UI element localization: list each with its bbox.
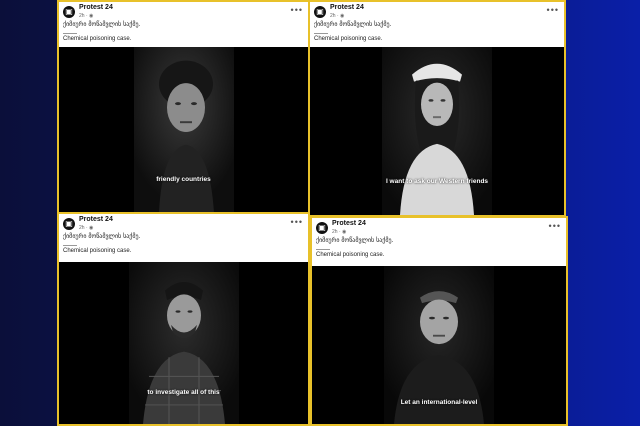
facebook-post-4: ▣ Protest 24 2h · ◉ ••• ქიმიური მოწამვლი… <box>310 216 568 426</box>
post-header: ▣ Protest 24 2h · ◉ ••• <box>310 2 564 20</box>
portrait-image <box>133 47 234 213</box>
page-avatar[interactable]: ▣ <box>63 218 75 230</box>
post-time[interactable]: 2h · ◉ <box>79 13 93 19</box>
post-text-english: Chemical poisoning case. <box>63 248 132 254</box>
post-time[interactable]: 2h · ◉ <box>330 13 344 19</box>
facebook-post-1: ▣ Protest 24 2h · ◉ ••• ქიმიური მოწამვლი… <box>57 0 310 215</box>
video-frame[interactable]: to investigate all of this <box>59 262 308 424</box>
video-caption: Let an international-level <box>400 399 478 406</box>
post-text-english: Chemical poisoning case. <box>63 36 132 42</box>
page-avatar[interactable]: ▣ <box>314 6 326 18</box>
screenshot-collage: ▣ Protest 24 2h · ◉ ••• ქიმიური მოწამვლი… <box>0 0 640 426</box>
post-header: ▣ Protest 24 2h · ◉ ••• <box>59 2 308 20</box>
post-text-georgian: ქიმიური მოწამვლის საქმე. <box>314 21 392 28</box>
video-frame[interactable]: Let an international-level <box>312 266 566 424</box>
more-options-icon[interactable]: ••• <box>549 221 561 231</box>
video-frame[interactable]: I want to ask our Western friends <box>310 47 564 215</box>
post-header: ▣ Protest 24 2h · ◉ ••• <box>312 218 566 236</box>
post-text-georgian: ქიმიური მოწამვლის საქმე. <box>63 233 141 240</box>
post-text-georgian: ქიმიური მოწამვლის საქმე. <box>63 21 141 28</box>
page-name[interactable]: Protest 24 <box>79 4 113 11</box>
portrait-image <box>128 262 239 424</box>
video-caption: friendly countries <box>156 176 211 183</box>
video-caption: to investigate all of this <box>147 389 220 396</box>
video-caption: I want to ask our Western friends <box>385 178 489 185</box>
divider <box>314 33 328 34</box>
more-options-icon[interactable]: ••• <box>291 5 303 15</box>
page-name[interactable]: Protest 24 <box>332 220 366 227</box>
facebook-post-3: ▣ Protest 24 2h · ◉ ••• ქიმიური მოწამვლი… <box>57 212 310 426</box>
post-time[interactable]: 2h · ◉ <box>79 225 93 231</box>
post-text-english: Chemical poisoning case. <box>316 252 385 258</box>
divider <box>63 33 77 34</box>
more-options-icon[interactable]: ••• <box>547 5 559 15</box>
post-time[interactable]: 2h · ◉ <box>332 229 346 235</box>
video-frame[interactable]: friendly countries <box>59 47 308 213</box>
facebook-post-2: ▣ Protest 24 2h · ◉ ••• ქიმიური მოწამვლი… <box>308 0 566 217</box>
post-text-english: Chemical poisoning case. <box>314 36 383 42</box>
portrait-image <box>382 47 492 215</box>
page-avatar[interactable]: ▣ <box>316 222 328 234</box>
divider <box>63 245 77 246</box>
post-text-georgian: ქიმიური მოწამვლის საქმე. <box>316 237 394 244</box>
page-avatar[interactable]: ▣ <box>63 6 75 18</box>
divider <box>316 249 330 250</box>
more-options-icon[interactable]: ••• <box>291 217 303 227</box>
post-header: ▣ Protest 24 2h · ◉ ••• <box>59 214 308 232</box>
page-name[interactable]: Protest 24 <box>79 216 113 223</box>
page-name[interactable]: Protest 24 <box>330 4 364 11</box>
